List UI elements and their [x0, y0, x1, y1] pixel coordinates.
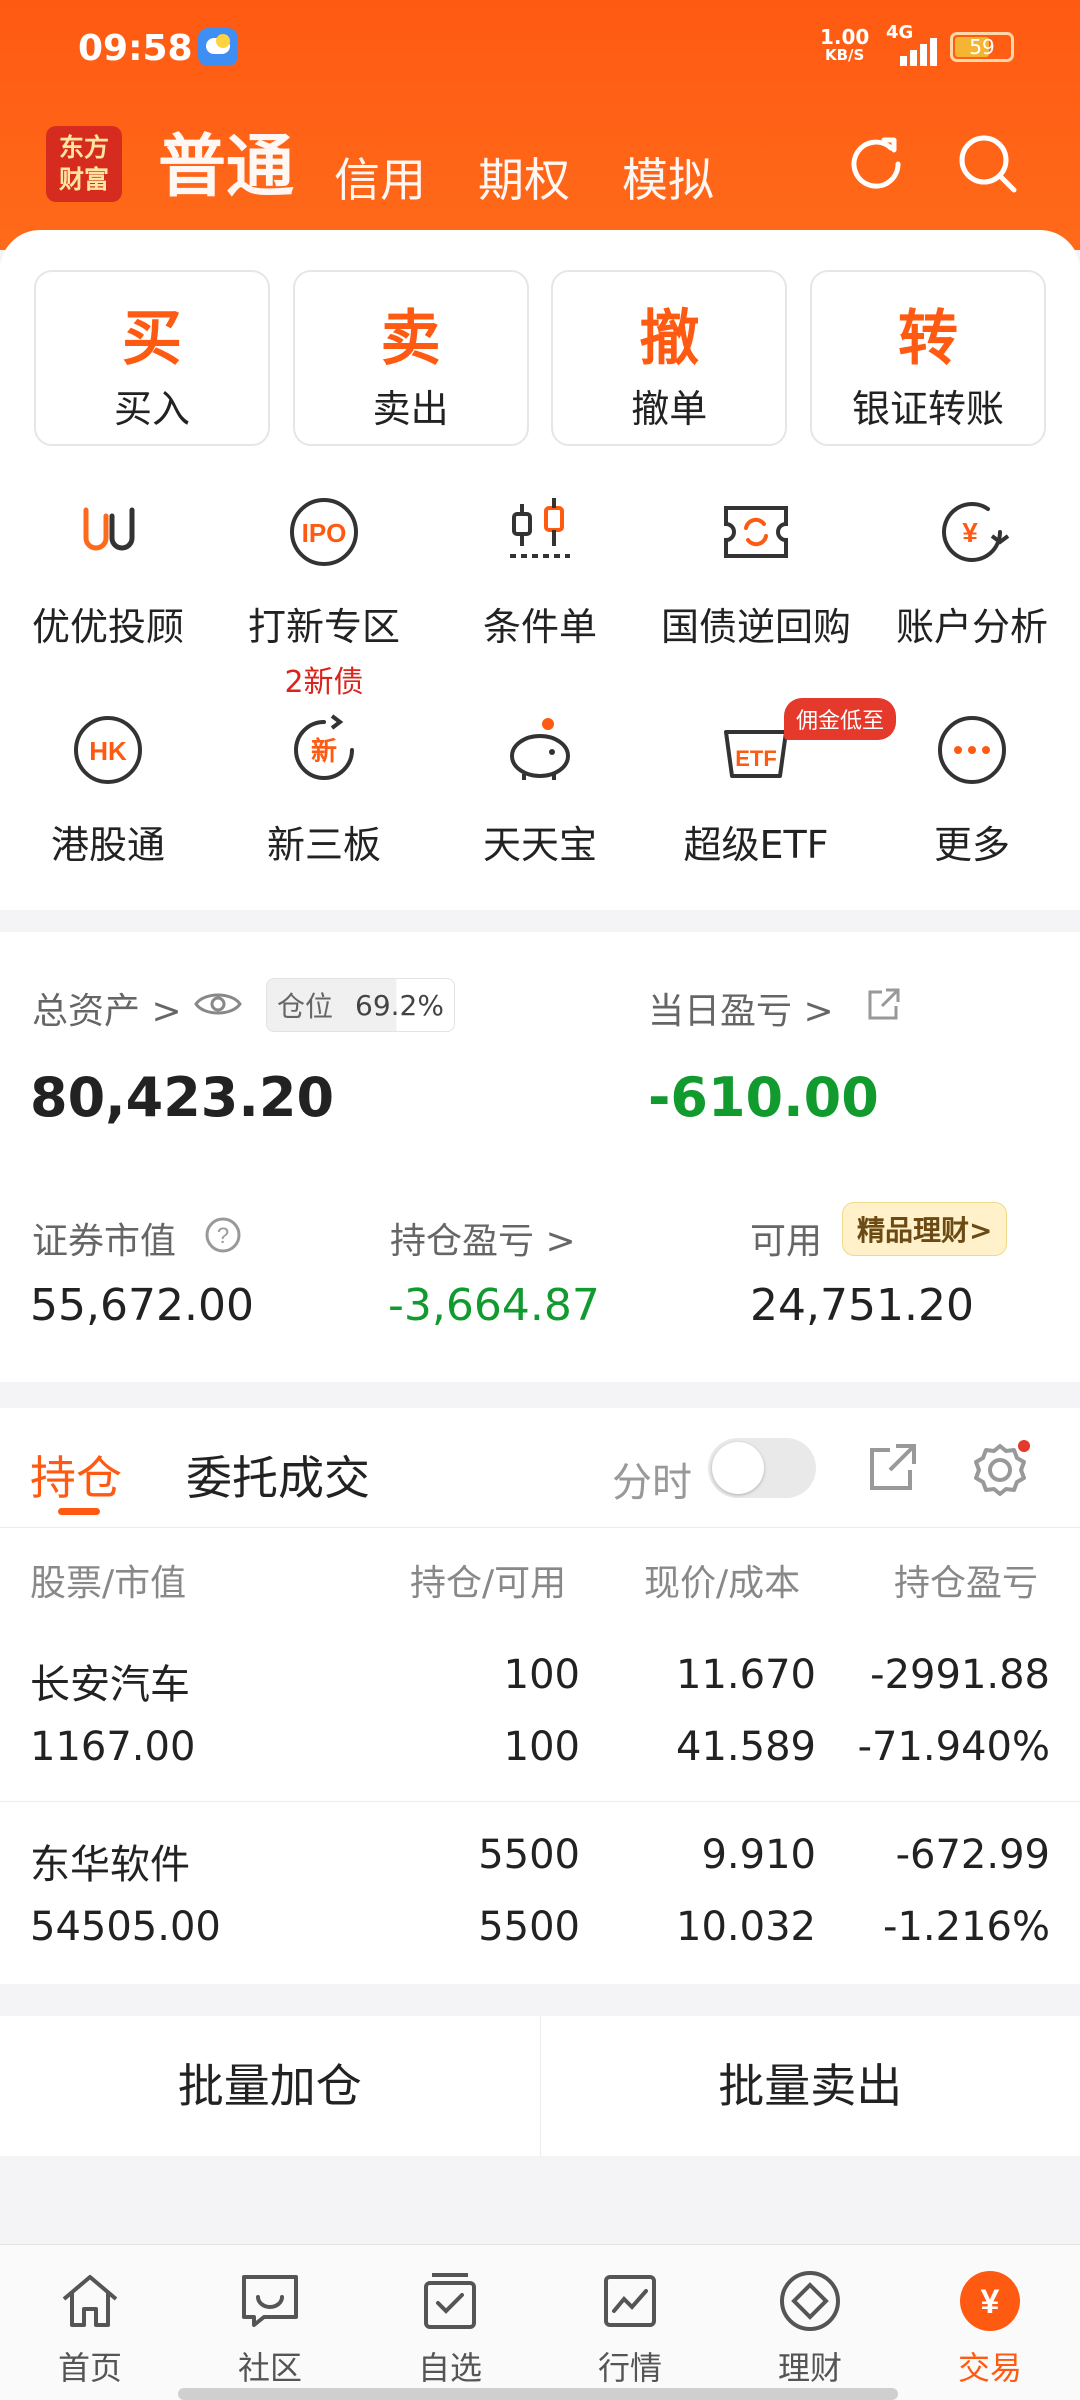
- ipo-icon: IPO: [290, 498, 358, 566]
- grid-item-more[interactable]: 更多: [864, 698, 1080, 916]
- col-position: 持仓/可用: [410, 1563, 567, 1604]
- active-tab-indicator: [58, 1508, 100, 1515]
- batch-sell-button[interactable]: 批量卖出: [539, 2016, 1080, 2156]
- eye-icon[interactable]: [194, 988, 242, 1020]
- holdings-section: 持仓 委托成交 分时 股票/市值 持仓/可用 现价/成本 持仓盈亏 长安汽车 1…: [0, 1408, 1080, 1984]
- tab-simulation[interactable]: 模拟: [622, 144, 714, 210]
- table-row[interactable]: 长安汽车 1167.00 100 100 11.670 41.589 -2991…: [0, 1622, 1080, 1802]
- holding-pl-value: -3,664.87: [388, 1280, 600, 1331]
- grid-item-super-etf[interactable]: ETF 佣金低至 超级ETF: [648, 698, 897, 916]
- account-analysis-icon: ¥: [942, 501, 1010, 562]
- hk-icon: HK: [74, 716, 142, 784]
- status-bar: 09:58 1.00 KB/S 4G 59: [0, 0, 1080, 100]
- search-icon[interactable]: [956, 132, 1020, 196]
- grid-item-repo[interactable]: 国债逆回购: [648, 480, 864, 698]
- col-stock: 股票/市值: [30, 1563, 187, 1604]
- grid-item-ipo[interactable]: IPO 打新专区 2新债: [216, 480, 432, 700]
- svg-text:?: ?: [217, 1223, 229, 1248]
- cancel-order-button[interactable]: 撤 撤单: [551, 270, 788, 446]
- svg-text:新: 新: [311, 736, 337, 767]
- feature-grid: 优优投顾 IPO 打新专区 2新债 条件单 国债逆回购 ¥ 账户分析 HK 港股…: [0, 480, 1080, 916]
- tab-options[interactable]: 期权: [478, 144, 570, 210]
- main-trade-buttons: 买 买入 卖 卖出 撤 撤单 转 银证转账: [34, 270, 1046, 446]
- total-assets-label[interactable]: 总资产 >: [32, 982, 182, 1034]
- condition-order-icon: [510, 498, 570, 558]
- new-third-board-icon: 新: [294, 714, 354, 780]
- nav-watchlist[interactable]: 自选: [360, 2245, 540, 2400]
- buy-button[interactable]: 买 买入: [34, 270, 270, 446]
- svg-text:¥: ¥: [981, 2283, 1000, 2321]
- tab-credit[interactable]: 信用: [334, 144, 426, 210]
- nav-home[interactable]: 首页: [0, 2245, 180, 2400]
- ipo-sub-label: 2新债: [284, 665, 364, 700]
- wealth-icon: [780, 2271, 840, 2331]
- signal-icon: [900, 36, 940, 66]
- trade-icon: ¥: [960, 2271, 1020, 2331]
- grid-item-new-third-board[interactable]: 新 新三板: [216, 698, 432, 916]
- col-price: 现价/成本: [644, 1563, 801, 1604]
- battery-icon: 59: [950, 32, 1014, 62]
- col-pl: 持仓盈亏: [894, 1563, 1039, 1604]
- svg-text:IPO: IPO: [302, 518, 347, 548]
- available-label: 可用: [750, 1221, 823, 1262]
- market-value-label: 证券市值: [32, 1221, 177, 1262]
- tab-normal[interactable]: 普通: [158, 111, 294, 210]
- refresh-icon[interactable]: [844, 132, 908, 196]
- status-time: 09:58: [78, 28, 193, 69]
- nav-wealth[interactable]: 理财: [720, 2245, 900, 2400]
- holding-pl-label[interactable]: 持仓盈亏 >: [390, 1212, 576, 1264]
- tab-orders[interactable]: 委托成交: [186, 1442, 370, 1508]
- daily-pl-label[interactable]: 当日盈亏 >: [648, 982, 834, 1034]
- market-icon: [604, 2275, 656, 2327]
- brand-logo[interactable]: 东方 财富: [46, 126, 122, 202]
- community-icon: [242, 2275, 298, 2327]
- tab-holdings[interactable]: 持仓: [30, 1442, 122, 1508]
- divider: [0, 1984, 1080, 2016]
- fenshi-label: 分时: [612, 1460, 692, 1506]
- weather-icon: [198, 28, 238, 66]
- svg-text:¥: ¥: [962, 517, 978, 548]
- bottom-nav: 首页 社区 自选 行情 理财 ¥ 交易: [0, 2244, 1080, 2400]
- app-header: 09:58 1.00 KB/S 4G 59 东方 财富 普通 信用 期权 模拟: [0, 0, 1080, 250]
- repo-icon: [724, 506, 788, 558]
- batch-actions: 批量加仓 批量卖出: [0, 2016, 1080, 2156]
- holdings-tabs: 持仓 委托成交 分时: [0, 1408, 1080, 1528]
- table-row[interactable]: 东华软件 54505.00 5500 5500 9.910 10.032 -67…: [0, 1802, 1080, 1982]
- nav-market[interactable]: 行情: [540, 2245, 720, 2400]
- available-value: 24,751.20: [750, 1280, 974, 1331]
- divider: [0, 910, 1080, 932]
- share-icon[interactable]: [866, 986, 902, 1022]
- grid-item-tiantianbao[interactable]: 天天宝: [432, 698, 648, 916]
- grid-item-account-analysis[interactable]: ¥ 账户分析: [864, 480, 1080, 698]
- svg-text:ETF: ETF: [735, 746, 777, 771]
- grid-item-condition-order[interactable]: 条件单: [432, 480, 648, 698]
- gesture-bar[interactable]: [178, 2388, 898, 2400]
- market-value: 55,672.00: [30, 1280, 254, 1331]
- piggy-bank-icon: [510, 718, 570, 780]
- more-icon: [938, 716, 1006, 784]
- watchlist-icon: [424, 2273, 476, 2329]
- divider: [0, 1386, 1080, 1408]
- total-assets-value: 80,423.20: [30, 1066, 335, 1129]
- uu-advisor-icon: [83, 507, 135, 551]
- sell-button[interactable]: 卖 卖出: [292, 270, 529, 446]
- settings-icon[interactable]: [972, 1438, 1032, 1498]
- daily-pl-value: -610.00: [648, 1066, 879, 1129]
- wealth-tag[interactable]: 精品理财>: [842, 1202, 1008, 1256]
- fenshi-toggle[interactable]: [708, 1438, 816, 1498]
- position-ratio-pill: 仓位 69.2%: [266, 978, 455, 1032]
- asset-summary: 总资产 > 仓位 69.2% 80,423.20 当日盈亏 > -610.00 …: [0, 932, 1080, 1382]
- account-type-tabs: 普通 信用 期权 模拟: [158, 120, 766, 210]
- svg-text:HK: HK: [89, 736, 127, 766]
- external-link-icon[interactable]: [866, 1440, 920, 1494]
- nav-trade[interactable]: ¥ 交易: [900, 2245, 1080, 2400]
- home-icon: [62, 2275, 118, 2327]
- nav-community[interactable]: 社区: [180, 2245, 360, 2400]
- grid-item-advisor[interactable]: 优优投顾: [0, 480, 216, 698]
- net-speed: 1.00 KB/S: [820, 25, 870, 64]
- batch-add-button[interactable]: 批量加仓: [0, 2016, 540, 2156]
- grid-item-hk-connect[interactable]: HK 港股通: [0, 698, 216, 916]
- bank-transfer-button[interactable]: 转 银证转账: [809, 270, 1046, 446]
- help-icon[interactable]: ?: [204, 1216, 242, 1254]
